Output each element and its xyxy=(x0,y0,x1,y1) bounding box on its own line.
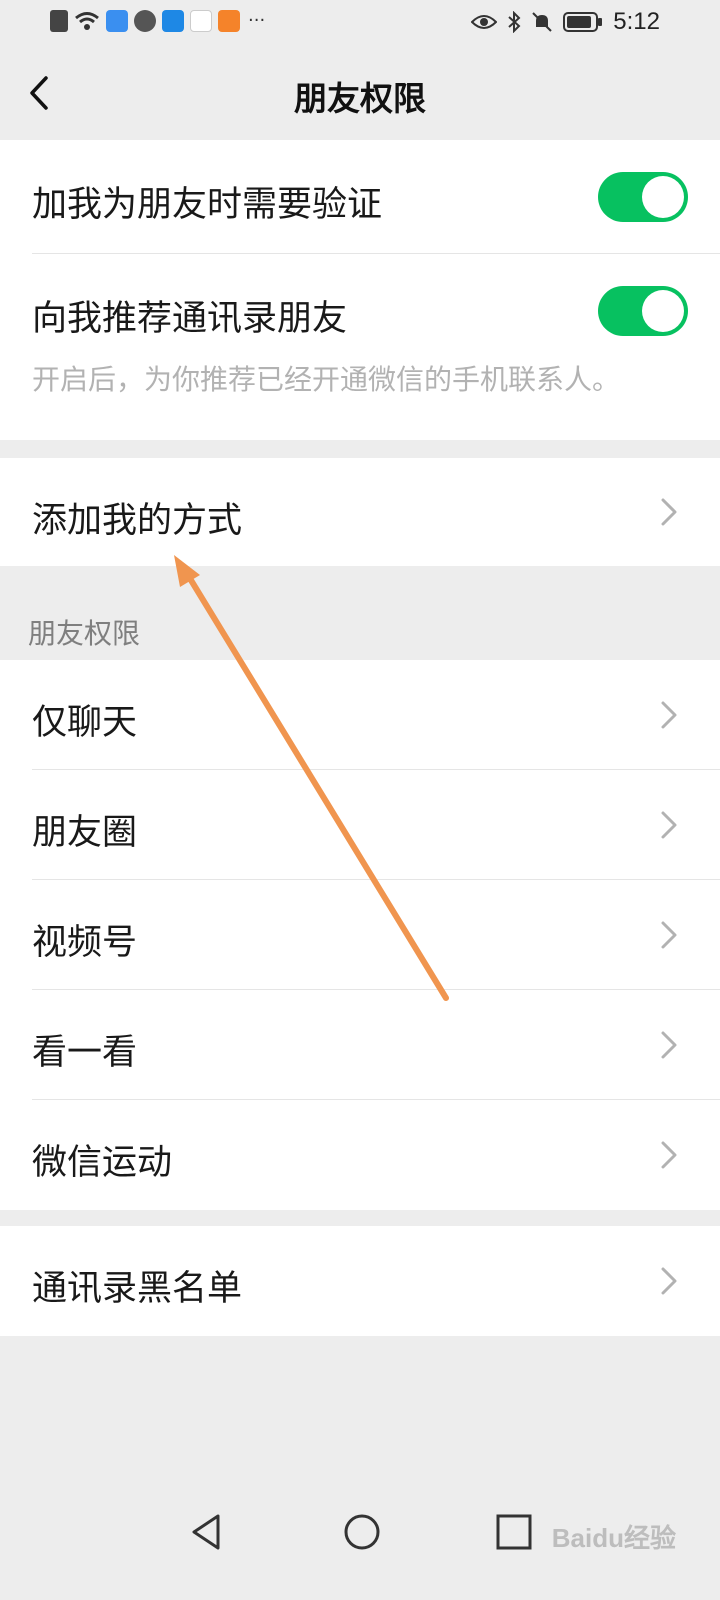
nav-home-icon[interactable] xyxy=(342,1512,382,1552)
friend-verification-label: 加我为朋友时需要验证 xyxy=(32,185,383,225)
channels-label: 视频号 xyxy=(32,923,138,963)
wifi-icon xyxy=(75,12,99,30)
recommend-contacts-row: 向我推荐通讯录朋友 开启后，为你推荐已经开通微信的手机联系人。 xyxy=(0,254,720,440)
add-me-methods-label: 添加我的方式 xyxy=(32,501,243,541)
more-notifications: ··· xyxy=(248,10,266,31)
watermark: Baidu经验 xyxy=(551,1523,676,1553)
browser-app-icon xyxy=(134,10,156,32)
top-stories-row[interactable]: 看一看 xyxy=(0,990,720,1100)
friend-verification-toggle[interactable] xyxy=(598,172,688,222)
chevron-right-icon xyxy=(661,498,677,526)
werun-row[interactable]: 微信运动 xyxy=(0,1100,720,1210)
toggle-knob xyxy=(642,176,684,218)
friend-verification-row: 加我为朋友时需要验证 xyxy=(0,140,720,254)
section-title-friend-permissions: 朋友权限 xyxy=(28,617,141,650)
moments-label: 朋友圈 xyxy=(32,813,138,853)
recommend-contacts-description: 开启后，为你推荐已经开通微信的手机联系人。 xyxy=(32,363,621,396)
chevron-right-icon xyxy=(661,921,677,949)
chevron-right-icon xyxy=(661,1141,677,1169)
video-app-icon xyxy=(218,10,240,32)
battery-icon xyxy=(563,12,603,32)
blocklist-label: 通讯录黑名单 xyxy=(32,1269,243,1309)
chevron-right-icon xyxy=(661,811,677,839)
mail-app-icon xyxy=(190,10,212,32)
cloud-app-icon xyxy=(106,10,128,32)
channels-row[interactable]: 视频号 xyxy=(0,880,720,990)
recommend-contacts-label: 向我推荐通讯录朋友 xyxy=(32,299,348,339)
weather-app-icon xyxy=(162,10,184,32)
clock: 5:12 xyxy=(613,8,660,35)
chat-only-label: 仅聊天 xyxy=(32,703,138,743)
chevron-right-icon xyxy=(661,1031,677,1059)
recommend-contacts-toggle[interactable] xyxy=(598,286,688,336)
blocklist-row[interactable]: 通讯录黑名单 xyxy=(0,1226,720,1336)
moments-row[interactable]: 朋友圈 xyxy=(0,770,720,880)
blocklist-group: 通讯录黑名单 xyxy=(0,1226,720,1336)
add-me-group: 添加我的方式 xyxy=(0,458,720,566)
chevron-right-icon xyxy=(661,1267,677,1295)
nav-back-icon[interactable] xyxy=(188,1512,224,1552)
nav-recents-icon[interactable] xyxy=(494,1512,534,1552)
chevron-right-icon xyxy=(661,701,677,729)
top-stories-label: 看一看 xyxy=(32,1033,138,1073)
bluetooth-icon xyxy=(508,11,521,33)
toggle-knob xyxy=(642,290,684,332)
friend-permissions-group: 仅聊天 朋友圈 视频号 看一看 微信运动 xyxy=(0,660,720,1210)
alert-icon xyxy=(50,10,68,32)
page-title: 朋友权限 xyxy=(294,79,426,118)
werun-label: 微信运动 xyxy=(32,1143,173,1183)
system-icons: 5:12 xyxy=(471,8,660,36)
verification-settings-group: 加我为朋友时需要验证 向我推荐通讯录朋友 开启后，为你推荐已经开通微信的手机联系… xyxy=(0,140,720,440)
add-me-methods-row[interactable]: 添加我的方式 xyxy=(0,458,720,566)
chat-only-row[interactable]: 仅聊天 xyxy=(0,660,720,770)
eye-icon xyxy=(471,15,498,29)
notification-icons: ··· xyxy=(50,10,265,32)
mute-bell-icon xyxy=(532,12,552,32)
status-bar: ··· 5:12 xyxy=(0,0,720,44)
nav-header: 朋友权限 xyxy=(0,44,720,140)
